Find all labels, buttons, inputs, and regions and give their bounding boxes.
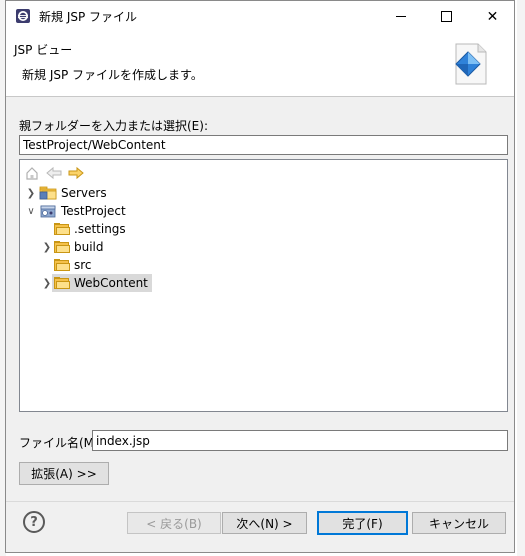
wizard-banner: JSP ビュー 新規 JSP ファイルを作成します。 bbox=[6, 32, 514, 96]
next-button[interactable]: 次へ(N) > bbox=[222, 512, 307, 534]
minimize-icon bbox=[395, 16, 406, 17]
folder-icon bbox=[54, 259, 70, 271]
jsp-wizard-icon bbox=[446, 40, 490, 88]
maximize-icon bbox=[441, 11, 452, 22]
folder-icon bbox=[54, 223, 70, 235]
back-button[interactable]: < 戻る(B) bbox=[127, 512, 221, 534]
cancel-button-label: キャンセル bbox=[428, 516, 489, 531]
new-jsp-file-dialog: 新規 JSP ファイル ✕ JSP ビュー 新規 JSP ファイルを作成します。… bbox=[5, 0, 515, 553]
banner-heading: JSP ビュー bbox=[14, 43, 73, 57]
home-icon[interactable] bbox=[25, 166, 39, 180]
tree-item-servers[interactable]: ❯ Servers bbox=[26, 184, 107, 202]
tree-item-label: WebContent bbox=[74, 276, 148, 290]
advanced-button[interactable]: 拡張(A) >> bbox=[19, 462, 109, 485]
footer-separator bbox=[6, 501, 514, 502]
tree-item-label: Servers bbox=[61, 186, 107, 200]
finish-button-label: 完了(F) bbox=[342, 516, 383, 531]
tree-item-src[interactable]: src bbox=[54, 256, 92, 274]
folder-icon bbox=[54, 241, 70, 253]
chevron-right-icon[interactable]: ❯ bbox=[26, 188, 36, 199]
folder-icon bbox=[54, 277, 70, 289]
banner-separator bbox=[6, 96, 514, 97]
help-icon[interactable]: ? bbox=[23, 511, 45, 533]
parent-folder-input[interactable] bbox=[19, 135, 508, 155]
close-icon: ✕ bbox=[486, 8, 499, 25]
chevron-down-icon[interactable]: ∨ bbox=[26, 206, 36, 217]
cancel-button[interactable]: キャンセル bbox=[412, 512, 506, 534]
chevron-right-icon[interactable]: ❯ bbox=[42, 242, 52, 253]
tree-item-label: build bbox=[74, 240, 104, 254]
file-name-input[interactable] bbox=[92, 430, 508, 451]
minimize-button[interactable] bbox=[378, 1, 423, 32]
background-window-right bbox=[517, 0, 525, 556]
maximize-button[interactable] bbox=[424, 1, 469, 32]
chevron-right-icon[interactable]: ❯ bbox=[42, 278, 52, 289]
next-button-label: 次へ(N) > bbox=[236, 516, 293, 531]
eclipse-app-icon bbox=[15, 8, 31, 24]
back-arrow-icon[interactable] bbox=[46, 166, 62, 180]
finish-button[interactable]: 完了(F) bbox=[317, 511, 408, 535]
project-icon bbox=[39, 204, 57, 218]
tree-item-label: TestProject bbox=[61, 204, 126, 218]
title-bar: 新規 JSP ファイル ✕ bbox=[6, 1, 514, 32]
tree-item-webcontent[interactable]: ❯ WebContent bbox=[42, 274, 152, 292]
tree-item-build[interactable]: ❯ build bbox=[42, 238, 104, 256]
banner-description: 新規 JSP ファイルを作成します。 bbox=[22, 68, 203, 82]
parent-folder-label: 親フォルダーを入力または選択(E): bbox=[19, 119, 208, 133]
back-button-label: < 戻る(B) bbox=[146, 516, 202, 531]
tree-item-label: src bbox=[74, 258, 92, 272]
project-folder-icon bbox=[39, 186, 57, 200]
dialog-title: 新規 JSP ファイル bbox=[39, 10, 138, 24]
folder-tree[interactable]: ❯ Servers ∨ TestProject .settings ❯ buil… bbox=[19, 159, 508, 412]
file-name-label: ファイル名(M): bbox=[19, 436, 103, 450]
forward-arrow-icon[interactable] bbox=[68, 166, 84, 180]
tree-item-label: .settings bbox=[74, 222, 126, 236]
close-button[interactable]: ✕ bbox=[470, 1, 515, 32]
tree-item-testproject[interactable]: ∨ TestProject bbox=[26, 202, 126, 220]
tree-item-settings[interactable]: .settings bbox=[54, 220, 126, 238]
advanced-button-label: 拡張(A) >> bbox=[31, 467, 97, 481]
